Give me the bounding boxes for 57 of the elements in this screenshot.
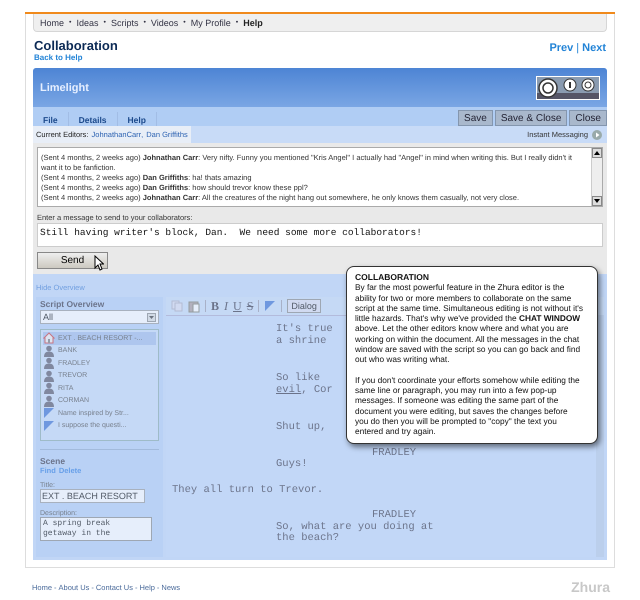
- license-badge-icon: [536, 76, 600, 100]
- separator: |: [576, 42, 580, 56]
- script-line: So like: [276, 373, 320, 384]
- scrollbar[interactable]: [591, 148, 602, 206]
- nav-link[interactable]: Help: [243, 18, 263, 28]
- paste-icon[interactable]: [188, 300, 200, 312]
- nav-link[interactable]: Scripts: [110, 18, 138, 28]
- script-line: FRADLEY: [372, 448, 416, 459]
- person-icon: [43, 382, 55, 394]
- filter-dropdown[interactable]: All: [40, 310, 159, 324]
- popup-title: COLLABORATION: [355, 272, 430, 282]
- scene-heading: Scene: [40, 456, 66, 466]
- script-line: It's true: [276, 324, 333, 335]
- script-line: Shut up,: [276, 422, 326, 434]
- script-line: evil, Cor: [276, 384, 333, 396]
- send-button[interactable]: Send: [37, 252, 108, 269]
- down-arrow-icon[interactable]: [592, 196, 602, 206]
- nav-link[interactable]: Ideas: [76, 18, 98, 28]
- note-icon: [43, 407, 55, 420]
- toolbar-button[interactable]: Save: [458, 110, 493, 126]
- play-icon[interactable]: [592, 130, 602, 140]
- script-line: Guys!: [276, 459, 308, 470]
- script-line: They all turn to Trevor.: [172, 484, 324, 496]
- strikethrough-button[interactable]: S: [246, 298, 254, 314]
- dropdown-arrow-icon[interactable]: [147, 312, 156, 322]
- toolbar-button[interactable]: Save & Close: [494, 110, 568, 126]
- back-link[interactable]: Back to Help: [34, 53, 118, 62]
- style-dropdown[interactable]: Dialog: [287, 299, 321, 313]
- message-input[interactable]: Still having writer's block, Dan. We need some more collaborators!: [37, 223, 603, 247]
- next-link[interactable]: Next: [582, 42, 606, 68]
- up-arrow-icon[interactable]: [592, 148, 602, 158]
- person-icon: [43, 394, 55, 407]
- bold-button[interactable]: B: [211, 298, 220, 314]
- script-line: So, what are you doing at: [276, 522, 434, 532]
- script-line: a shrine: [276, 336, 326, 347]
- person-icon: [43, 370, 55, 382]
- script-line: FRADLEY: [372, 510, 416, 521]
- note-icon: [43, 420, 55, 432]
- person-icon: [43, 357, 55, 370]
- overview-title: Script Overview: [40, 299, 106, 309]
- app-name: Limelight: [40, 82, 89, 94]
- underline-button[interactable]: U: [233, 298, 242, 314]
- nav-link[interactable]: My Profile: [190, 18, 231, 28]
- person-icon: [43, 344, 55, 357]
- toolbar-button[interactable]: Close: [569, 110, 607, 126]
- nav-link[interactable]: Videos: [150, 18, 178, 28]
- italic-button[interactable]: I: [224, 298, 228, 314]
- cursor-icon: [94, 255, 104, 271]
- nav-link[interactable]: Home: [40, 18, 64, 28]
- popup-paragraph: If you don't coordinate your efforts somehow while editing the same line or paragraph, you may run into a few pop-up messages. If someone was editing the same part of the document you were editing, but saves the changes before you do then you will be prompted to "copy" the text you entered and try again.: [355, 374, 581, 436]
- description-field[interactable]: A spring break getaway in the: [40, 517, 152, 541]
- page-title: Collaboration: [34, 38, 118, 53]
- script-line: the beach?: [276, 533, 340, 544]
- title-field[interactable]: EXT . BEACH RESORT: [40, 489, 145, 503]
- house-icon: [43, 332, 55, 344]
- popup-paragraph: By far the most powerful feature in the Zhura editor is the ability for two or more members to collaborate on the same script at the same time. Simultaneous editing is not without it's little hazards. That's why we've provided the CHAT WINDOW above. Let the other editors know where and what you are working on within the document. All the messages in the chat window are saved with the script so you can go back and find out who was writing what.: [355, 282, 583, 365]
- prev-link[interactable]: Prev: [549, 42, 574, 68]
